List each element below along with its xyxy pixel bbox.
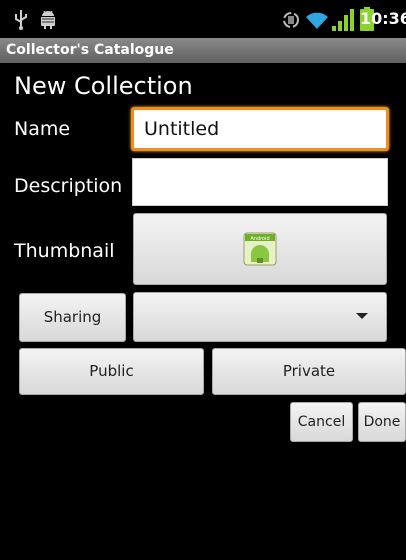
sharing-dropdown[interactable] [133,292,387,342]
rotation-lock-icon [283,12,299,28]
private-button[interactable]: Private [212,348,406,395]
wifi-icon [306,12,328,29]
android-notification-icon [41,10,55,29]
description-field[interactable] [132,158,388,206]
thumbnail-button[interactable]: Android [133,213,387,285]
dropdown-arrow-icon [356,313,368,319]
android-icon-text: Android [250,236,269,242]
app-title-bar: Collector's Catalogue [0,38,406,63]
name-label: Name [14,118,71,140]
done-button[interactable]: Done [358,402,406,442]
page-title: New Collection [14,72,193,100]
signal-icon [332,9,354,31]
status-bar: 10:36 [0,0,406,38]
public-button[interactable]: Public [19,348,204,395]
cancel-button[interactable]: Cancel [290,402,353,442]
sharing-button[interactable]: Sharing [19,293,126,342]
status-clock: 10:36 [360,9,406,28]
name-field[interactable] [131,107,389,151]
android-app-icon: Android [243,232,277,266]
description-label: Description [14,175,123,197]
thumbnail-label: Thumbnail [14,240,115,262]
app-title: Collector's Catalogue [6,42,174,58]
usb-icon [15,10,27,30]
